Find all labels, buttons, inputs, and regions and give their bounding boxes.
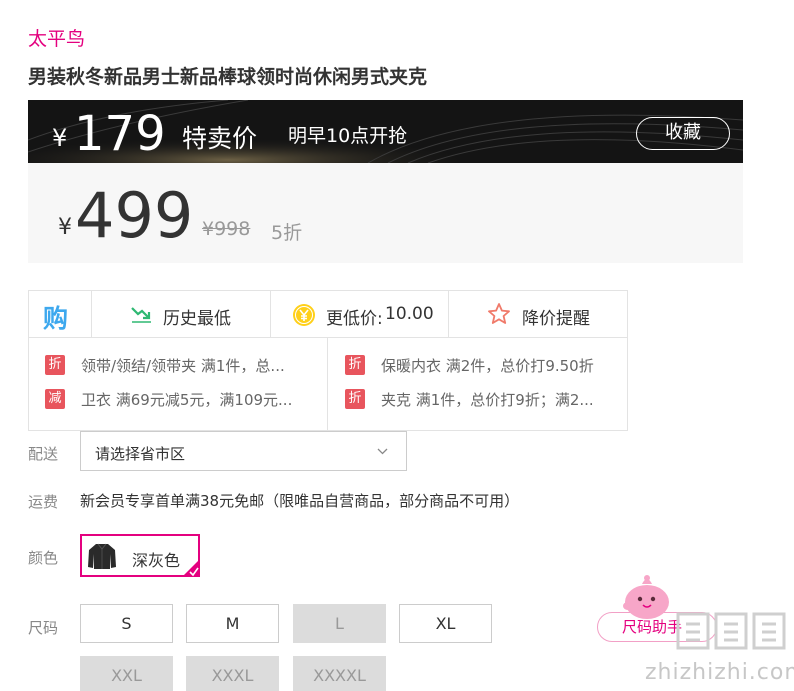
promotion-tag: 折: [45, 355, 65, 375]
promotion-tag: 折: [345, 389, 365, 409]
size-option-xxxl[interactable]: XXXL: [186, 656, 279, 691]
history-low-button[interactable]: 历史最低: [92, 291, 271, 338]
promotion-tag: 折: [345, 355, 365, 375]
delivery-label: 配送: [28, 445, 59, 463]
promotion-text: 夹克 满1件，总价打9折；满2...: [381, 391, 594, 409]
cheaper-price-value: 10.00: [385, 304, 434, 324]
promotion-header: 购 历史最低 更低价: 10.00 降价提醒: [29, 291, 627, 338]
price-alert-button[interactable]: 降价提醒: [449, 291, 627, 338]
shipping-label: 运费: [28, 493, 59, 511]
promotion-item[interactable]: 减 卫衣 满69元减5元，满109元...: [45, 389, 325, 411]
color-option-label: 深灰色: [132, 551, 181, 570]
watermark-logo: [676, 612, 786, 650]
sale-currency: ¥: [52, 124, 68, 152]
sale-price: 179: [74, 106, 166, 162]
promotion-text: 领带/领结/领带夹 满1件，总...: [81, 357, 285, 375]
product-title: 男装秋冬新品男士新品棒球领时尚休闲男式夹克: [28, 66, 428, 88]
promotion-item[interactable]: 折 保暖内衣 满2件，总价打9.50折: [345, 355, 625, 377]
flash-sale-bar: ¥ 179 特卖价 明早10点开抢 收藏: [28, 100, 743, 163]
trend-down-icon: [131, 307, 151, 323]
discount-label: 5折: [271, 222, 303, 244]
shop-logo-icon: 购: [43, 304, 69, 333]
cheaper-price-label: 更低价:: [326, 309, 383, 329]
delivery-region-value: 请选择省市区: [95, 445, 186, 463]
promotion-divider: [327, 338, 328, 431]
watermark-text: zhizhizhi.com: [645, 660, 794, 685]
price-currency: ¥: [58, 215, 72, 240]
mascot-icon: [623, 575, 669, 619]
cheaper-price-cell[interactable]: 更低价: 10.00: [271, 291, 449, 338]
color-option-dark-gray[interactable]: 深灰色: [80, 534, 200, 577]
size-option-xxxxl[interactable]: XXXXL: [293, 656, 386, 691]
favorite-button[interactable]: 收藏: [636, 117, 730, 150]
jacket-thumbnail: [86, 540, 118, 572]
size-option-s[interactable]: S: [80, 604, 173, 643]
shop-logo-cell: 购: [29, 291, 92, 338]
promotion-text: 卫衣 满69元减5元，满109元...: [81, 391, 293, 409]
yen-coin-icon: [293, 304, 315, 326]
size-option-m[interactable]: M: [186, 604, 279, 643]
size-option-xl[interactable]: XL: [399, 604, 492, 643]
size-label: 尺码: [28, 619, 59, 637]
color-label: 颜色: [28, 549, 59, 567]
size-option-l[interactable]: L: [293, 604, 386, 643]
delivery-region-select[interactable]: 请选择省市区: [80, 431, 407, 471]
price-alert-label: 降价提醒: [522, 309, 590, 329]
promotion-tag: 减: [45, 389, 65, 409]
current-price: 499: [75, 179, 194, 252]
sale-start-time: 明早10点开抢: [288, 125, 408, 147]
chevron-down-icon: [377, 448, 388, 455]
promotion-box: 购 历史最低 更低价: 10.00 降价提醒 折 领带/领结/领带夹 满1件，总…: [28, 290, 628, 431]
history-low-label: 历史最低: [163, 309, 231, 329]
sale-label: 特卖价: [182, 124, 258, 153]
original-price: ¥998: [202, 218, 251, 240]
price-panel: ¥ 499 ¥998 5折: [28, 163, 743, 263]
brand-name[interactable]: 太平鸟: [28, 24, 85, 51]
star-icon: [488, 303, 510, 324]
size-option-xxl[interactable]: XXL: [80, 656, 173, 691]
check-icon: [182, 559, 200, 577]
promotion-item[interactable]: 折 领带/领结/领带夹 满1件，总...: [45, 355, 325, 377]
shipping-info: 新会员专享首单满38元免邮（限唯品自营商品，部分商品不可用）: [80, 492, 520, 510]
promotion-text: 保暖内衣 满2件，总价打9.50折: [381, 357, 594, 375]
promotion-item[interactable]: 折 夹克 满1件，总价打9折；满2...: [345, 389, 625, 411]
